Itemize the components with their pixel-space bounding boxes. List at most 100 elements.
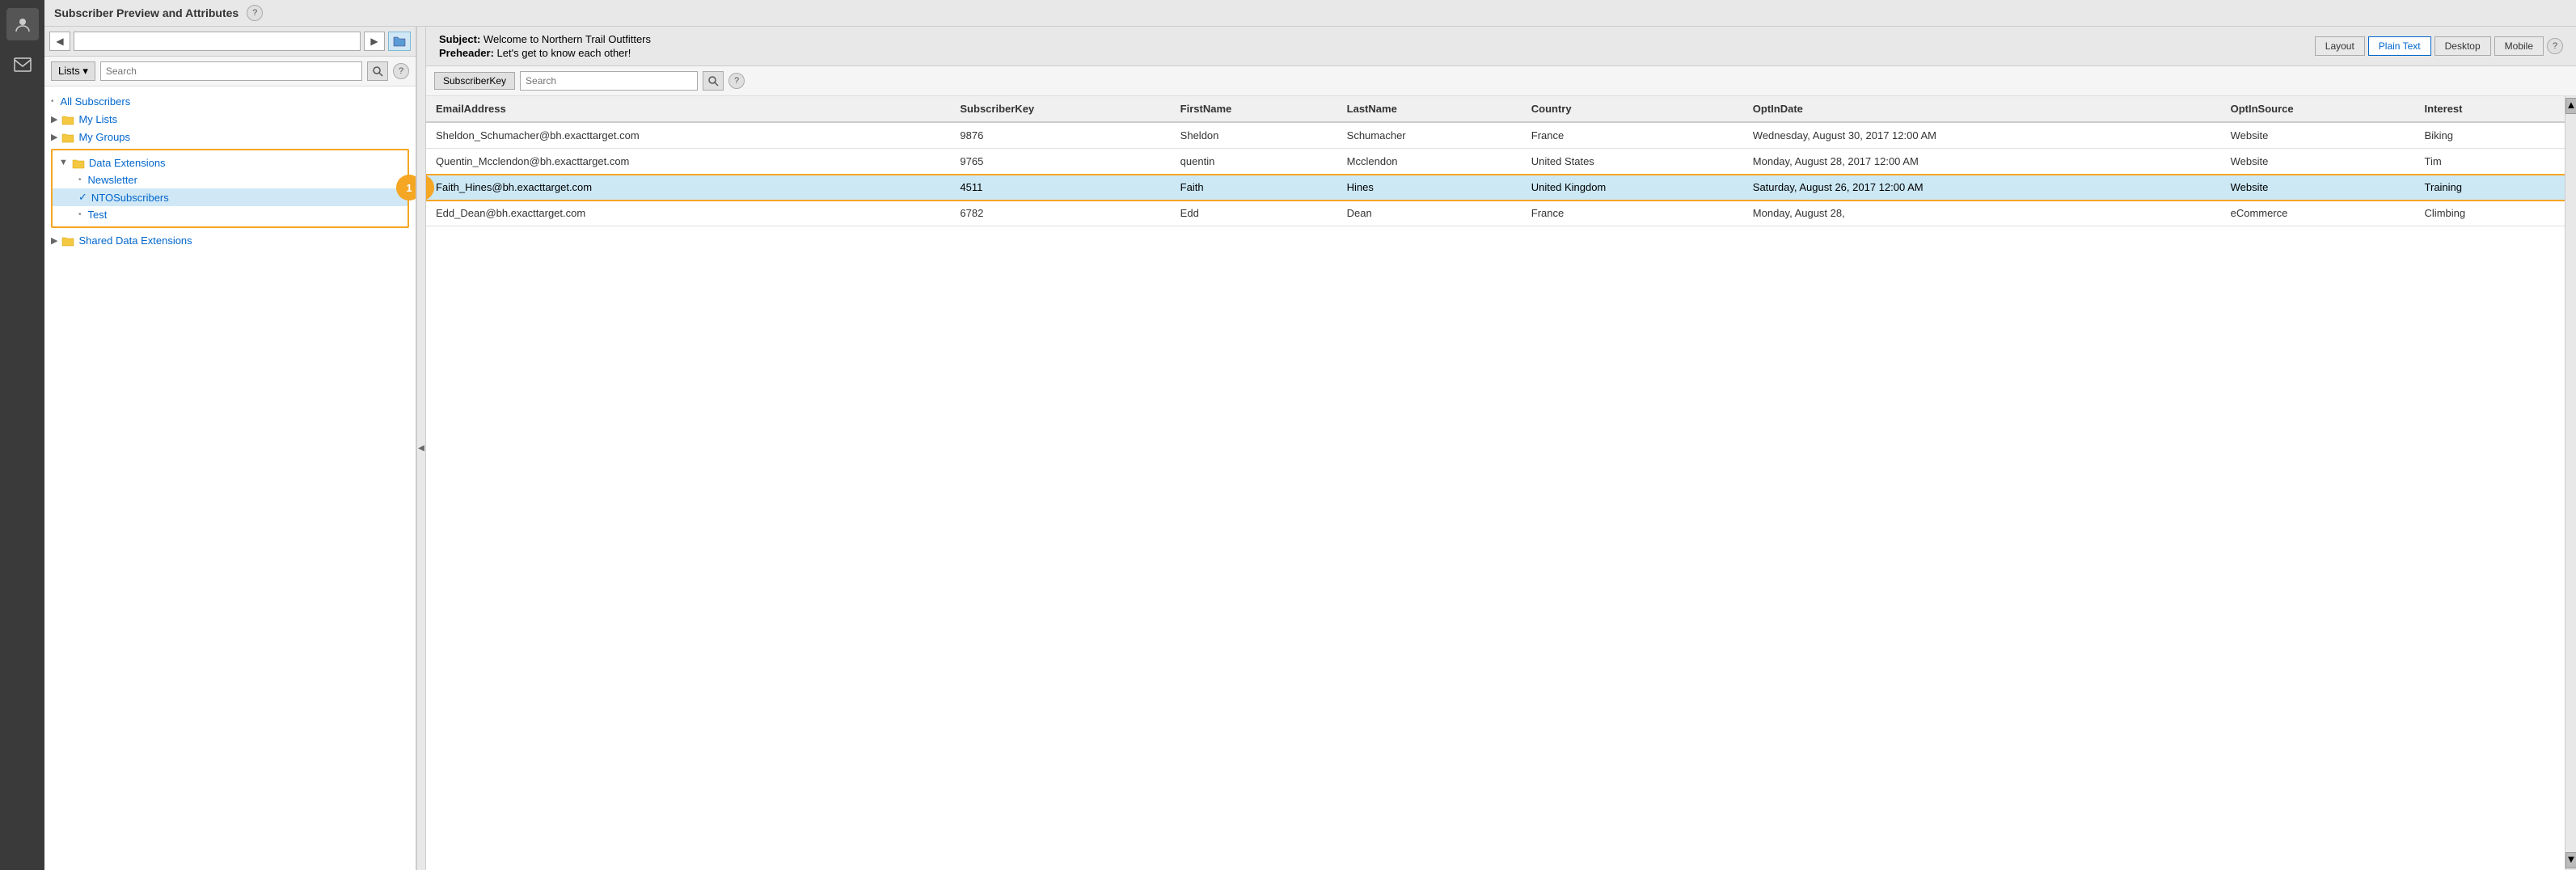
tree-item-shared-data-extensions[interactable]: ▶ Shared Data Extensions [44,231,416,249]
app-sidebar [0,0,44,870]
cell-last: Mcclendon [1337,149,1522,175]
right-panel: Subject: Welcome to Northern Trail Outfi… [426,27,2576,870]
nav-back-button[interactable]: ◀ [49,32,70,51]
table-row[interactable]: Quentin_Mcclendon@bh.exacttarget.com 976… [426,149,2576,175]
top-bar: Subscriber Preview and Attributes ? [44,0,2576,27]
filter-search-input[interactable] [520,71,698,91]
tree-item-nto-subscribers[interactable]: ✓ NTOSubscribers [53,188,408,206]
content-area: ◀ ▶ Lists ▾ [44,27,2576,870]
col-email: EmailAddress [426,96,950,122]
filter-search-button[interactable] [703,71,724,91]
main-container: Subscriber Preview and Attributes ? ◀ ▶ … [44,0,2576,870]
tree-item-my-lists[interactable]: ▶ My Lists [44,110,416,128]
email-sidebar-icon[interactable] [6,49,39,81]
top-bar-help[interactable]: ? [247,5,263,21]
search-help-button[interactable]: ? [393,63,409,79]
cell-country: France [1522,201,1743,226]
cell-email: Sheldon_Schumacher@bh.exacttarget.com [426,122,950,149]
nav-path-input[interactable] [74,32,361,51]
preheader-label: Preheader: [439,47,497,59]
cell-email: 2 Faith_Hines@bh.exacttarget.com [426,175,950,201]
plain-text-view-button[interactable]: Plain Text [2368,36,2431,56]
col-first: FirstName [1171,96,1337,122]
cell-optindate: Saturday, August 26, 2017 12:00 AM [1743,175,2221,201]
panel-collapse-handle[interactable]: ◀ [416,27,426,870]
cell-country: France [1522,122,1743,149]
cell-optindate: Monday, August 28, [1743,201,2221,226]
tree-item-all-subscribers[interactable]: • All Subscribers [44,93,416,110]
email-subject-value: Welcome to Northern Trail Outfitters [484,33,651,45]
table-row[interactable]: Sheldon_Schumacher@bh.exacttarget.com 98… [426,122,2576,149]
cell-interest: Climbing [2415,201,2557,226]
cell-country: United Kingdom [1522,175,1743,201]
badge-2: 2 [426,175,434,201]
lists-button-label: Lists ▾ [58,65,88,78]
cell-first: Edd [1171,201,1337,226]
tree-item-label: All Subscribers [61,95,131,108]
view-help-button[interactable]: ? [2547,38,2563,54]
cell-key: 9876 [950,122,1170,149]
email-preheader-value: Let's get to know each other! [497,47,631,59]
tree-item-label: Data Extensions [89,157,166,169]
col-optindate: OptInDate [1743,96,2221,122]
filter-bar: SubscriberKey ? [426,66,2576,96]
col-interest: Interest [2415,96,2557,122]
email-info: Subject: Welcome to Northern Trail Outfi… [439,33,651,59]
nav-bar: ◀ ▶ [44,27,416,57]
scrollbar-up-arrow[interactable]: ▲ [2565,98,2576,114]
user-sidebar-icon[interactable] [6,8,39,40]
tree-item-my-groups[interactable]: ▶ My Groups [44,128,416,146]
tree-item-label: Test [88,209,108,221]
bullet-icon: • [78,175,82,184]
cell-interest: Tim [2415,149,2557,175]
subscriber-search-input[interactable] [100,61,362,81]
table-header-row: EmailAddress SubscriberKey FirstName Las… [426,96,2576,122]
vertical-scrollbar[interactable]: ▲ ▼ [2565,96,2576,870]
subscriber-search-button[interactable] [367,61,388,81]
tree-item-label: NTOSubscribers [91,192,169,204]
cell-optinsource: Website [2221,175,2415,201]
view-buttons-group: Layout Plain Text Desktop Mobile ? [2315,36,2563,56]
cell-last: Hines [1337,175,1522,201]
desktop-view-button[interactable]: Desktop [2435,36,2491,56]
mobile-view-button[interactable]: Mobile [2494,36,2544,56]
expand-icon: ▶ [51,132,57,142]
page-title: Subscriber Preview and Attributes [54,6,239,19]
checkmark-icon: ✓ [78,191,87,204]
expand-icon: ▶ [51,235,57,246]
tree-item-label: My Groups [78,131,130,143]
tree-item-data-extensions[interactable]: ▼ Data Extensions [53,154,408,171]
cell-email: Edd_Dean@bh.exacttarget.com [426,201,950,226]
cell-optinsource: Website [2221,122,2415,149]
collapse-icon: ▼ [59,158,68,167]
tree-item-test[interactable]: • Test [53,206,408,223]
layout-view-button[interactable]: Layout [2315,36,2365,56]
col-optinsource: OptInSource [2221,96,2415,122]
email-preheader-line: Preheader: Let's get to know each other! [439,47,651,59]
table-row[interactable]: Edd_Dean@bh.exacttarget.com 6782 Edd Dea… [426,201,2576,226]
nav-forward-button[interactable]: ▶ [364,32,385,51]
subscriber-key-filter-button[interactable]: SubscriberKey [434,72,515,90]
col-last: LastName [1337,96,1522,122]
subject-label: Subject: [439,33,484,45]
bullet-icon: • [51,97,54,106]
nav-folder-button[interactable] [388,32,411,51]
table-container: EmailAddress SubscriberKey FirstName Las… [426,96,2576,870]
lists-dropdown-button[interactable]: Lists ▾ [51,61,95,81]
cell-optinsource: eCommerce [2221,201,2415,226]
cell-first: Sheldon [1171,122,1337,149]
col-country: Country [1522,96,1743,122]
cell-first: quentin [1171,149,1337,175]
tree-item-label: Newsletter [88,174,137,186]
bullet-icon: • [78,210,82,219]
cell-interest: Biking [2415,122,2557,149]
cell-optinsource: Website [2221,149,2415,175]
tree-container: • All Subscribers ▶ My Lists ▶ [44,87,416,870]
cell-last: Schumacher [1337,122,1522,149]
scrollbar-down-arrow[interactable]: ▼ [2565,852,2576,868]
table-row-selected[interactable]: 2 Faith_Hines@bh.exacttarget.com 4511 Fa… [426,175,2576,201]
filter-help-button[interactable]: ? [728,73,745,89]
cell-key: 9765 [950,149,1170,175]
tree-item-newsletter[interactable]: • Newsletter [53,171,408,188]
expand-icon: ▶ [51,114,57,125]
